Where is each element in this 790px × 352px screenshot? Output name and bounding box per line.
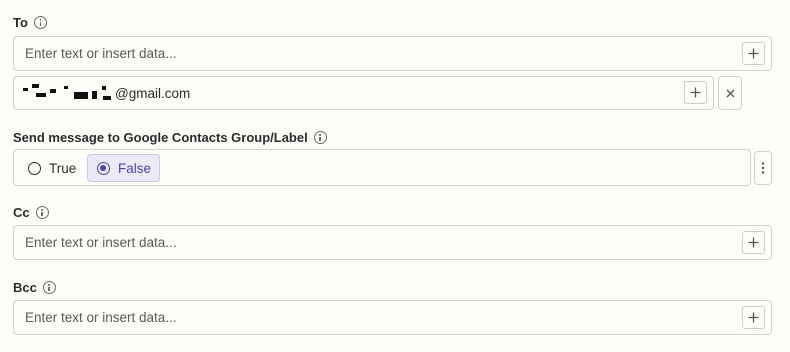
radio-button[interactable] [28,161,41,175]
cc-insert-data-button[interactable] [742,231,765,254]
cc-label-row: Cc [13,205,49,220]
recipient-email-domain: @gmail.com [115,86,191,101]
group-label-row: Send message to Google Contacts Group/La… [13,130,327,145]
info-icon[interactable] [42,281,56,294]
radio-option-false[interactable]: False [87,154,161,182]
to-recipient-field[interactable]: @gmail.com [13,76,714,110]
group-label: Send message to Google Contacts Group/La… [13,130,308,145]
info-icon[interactable] [33,16,47,29]
plus-icon [748,48,759,59]
kebab-menu-icon [761,162,765,174]
plus-icon [748,312,759,323]
cc-input[interactable]: Enter text or insert data... [13,225,772,260]
cc-placeholder: Enter text or insert data... [25,235,177,250]
radio-button-selected[interactable] [97,161,110,175]
bcc-label-row: Bcc [13,280,56,295]
recipient-insert-data-button[interactable] [684,81,707,104]
to-insert-data-button[interactable] [742,42,765,65]
radio-label-false: False [118,160,152,176]
to-label: To [13,15,28,30]
close-icon [726,89,734,97]
plus-icon [690,87,701,98]
info-icon[interactable] [313,131,327,144]
radio-label-true: True [49,160,77,176]
bcc-insert-data-button[interactable] [742,306,765,329]
remove-recipient-button[interactable] [718,76,742,110]
info-icon[interactable] [35,206,49,219]
to-input[interactable]: Enter text or insert data... [13,36,772,71]
bcc-input[interactable]: Enter text or insert data... [13,300,772,335]
to-placeholder: Enter text or insert data... [25,46,177,61]
bcc-placeholder: Enter text or insert data... [25,310,177,325]
plus-icon [748,237,759,248]
bcc-label: Bcc [13,280,37,295]
cc-label: Cc [13,205,30,220]
to-label-row: To [13,15,47,30]
more-options-button[interactable] [754,151,772,185]
radio-option-true[interactable]: True [28,154,76,182]
group-radio-field: True False [13,149,751,186]
